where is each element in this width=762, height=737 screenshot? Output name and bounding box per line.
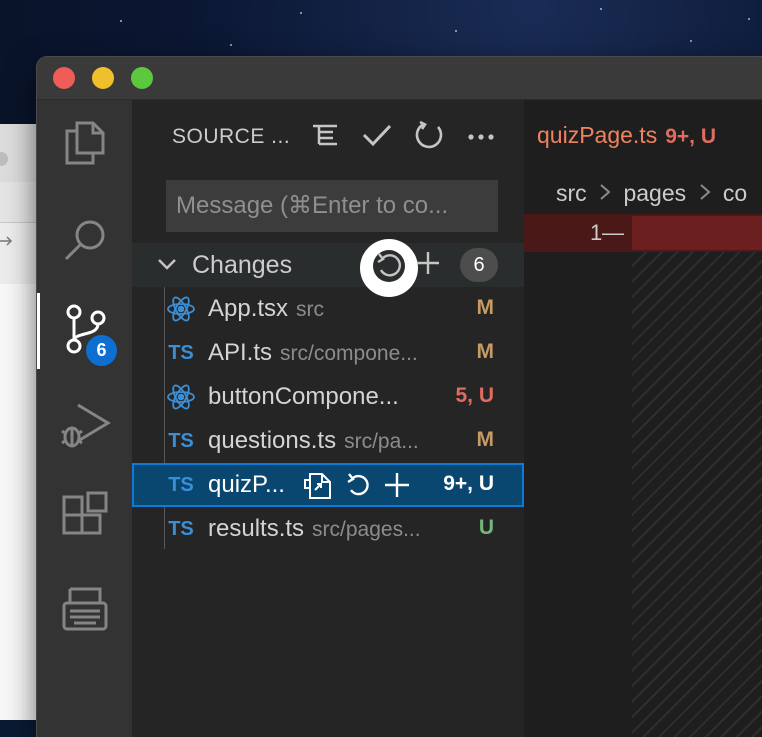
refresh-button[interactable] [406, 118, 452, 156]
editor-tab[interactable]: quizPage.ts 9+, U [537, 122, 716, 149]
typescript-file-icon: TS [168, 473, 194, 496]
react-icon [166, 295, 196, 323]
changed-file-row[interactable]: TS API.ts src/compone... M [132, 331, 524, 375]
file-status: M [476, 340, 495, 363]
file-status: 9+, U [443, 472, 494, 495]
run-debug-button[interactable] [37, 390, 132, 466]
extensions-button[interactable] [37, 480, 132, 556]
changes-count-badge: 6 [460, 248, 498, 282]
minimize-window-button[interactable] [92, 67, 114, 89]
line-number: 1 [590, 220, 603, 245]
react-icon [166, 383, 196, 411]
typescript-file-icon: TS [168, 429, 194, 452]
discard-icon [371, 248, 407, 289]
removed-line: 1 — [524, 214, 762, 252]
explorer-button[interactable] [37, 106, 132, 182]
changed-file-row[interactable]: App.tsx src M [132, 287, 524, 331]
title-bar [37, 57, 762, 100]
file-name: API.ts [208, 339, 273, 366]
editor-tab-bar: quizPage.ts 9+, U [524, 100, 762, 170]
file-status: 5, U [455, 384, 494, 407]
breadcrumb-separator-icon [692, 180, 717, 206]
open-file-button[interactable] [302, 470, 334, 505]
file-name: quizP... [208, 471, 285, 498]
changed-file-row[interactable]: TS results.ts src/pages... U [132, 507, 524, 551]
source-control-sidebar: SOURCE ... Message (⌘Enter to co... Chan… [132, 100, 524, 737]
explorer-icon [63, 119, 107, 170]
file-status: M [476, 296, 495, 319]
file-path: src/compone... [280, 342, 418, 365]
file-inline-actions [302, 470, 412, 505]
file-name: App.tsx [208, 295, 289, 322]
file-name: results.ts [208, 515, 305, 542]
source-control-button[interactable]: 6 [37, 293, 132, 369]
source-control-badge: 6 [86, 335, 117, 366]
close-window-button[interactable] [53, 67, 75, 89]
more-actions-button[interactable] [458, 118, 504, 156]
sidebar-title: SOURCE ... [172, 125, 291, 148]
extensions-icon [60, 491, 110, 546]
discard-changes-button[interactable] [344, 471, 372, 504]
changed-file-row-selected[interactable]: TS quizP... 9+, U [132, 463, 524, 507]
view-as-tree-icon [311, 123, 339, 152]
file-status: M [476, 428, 495, 451]
sidebar-header: SOURCE ... [132, 100, 524, 170]
search-button[interactable] [37, 204, 132, 280]
breadcrumb-separator-icon [593, 180, 618, 206]
line-removed-marker: — [602, 220, 624, 245]
breadcrumb-item[interactable]: co [723, 180, 747, 206]
editor-area: quizPage.ts 9+, U src pages co 1 — [524, 100, 762, 737]
commit-check-icon [362, 123, 392, 152]
file-name: questions.ts [208, 427, 337, 454]
removed-line-content [632, 216, 762, 250]
run-debug-icon [58, 401, 112, 456]
changes-label: Changes [192, 251, 293, 279]
view-as-tree-button[interactable] [302, 118, 348, 156]
file-status: U [478, 516, 494, 539]
activity-bar: 6 [37, 100, 132, 737]
file-path: src/pa... [344, 430, 419, 453]
file-path: src/pages... [312, 518, 421, 541]
remote-explorer-button[interactable] [37, 574, 132, 650]
file-name: buttonCompone... [208, 383, 399, 410]
commit-message-input[interactable]: Message (⌘Enter to co... [166, 180, 498, 232]
stage-all-changes-button[interactable] [414, 249, 442, 282]
remote-explorer-icon [60, 585, 110, 640]
breadcrumb: src pages co [524, 170, 762, 214]
stage-changes-button[interactable] [382, 470, 412, 505]
zoom-window-button[interactable] [131, 67, 153, 89]
editor-tab-status: 9+, U [665, 125, 716, 148]
changes-group-header[interactable]: Changes 6 [132, 239, 524, 297]
changed-file-row[interactable]: buttonCompone... 5, U [132, 375, 524, 419]
breadcrumb-item[interactable]: pages [623, 180, 686, 206]
typescript-file-icon: TS [168, 517, 194, 540]
typescript-file-icon: TS [168, 341, 194, 364]
refresh-icon [414, 120, 444, 155]
background-window-icon [0, 234, 14, 253]
file-path: src [296, 298, 325, 321]
breadcrumb-item[interactable]: src [556, 180, 587, 206]
vscode-window: 6 SOURCE ... Message (⌘Enter to co... Ch… [37, 57, 762, 737]
changed-file-row[interactable]: TS questions.ts src/pa... M [132, 419, 524, 463]
search-icon [62, 217, 108, 268]
sidebar-actions [302, 118, 504, 156]
more-actions-icon [467, 128, 495, 146]
diff-empty-region [632, 252, 762, 737]
commit-button[interactable] [354, 118, 400, 156]
chevron-down-icon[interactable] [156, 253, 178, 280]
editor-tab-name: quizPage.ts [537, 122, 658, 148]
